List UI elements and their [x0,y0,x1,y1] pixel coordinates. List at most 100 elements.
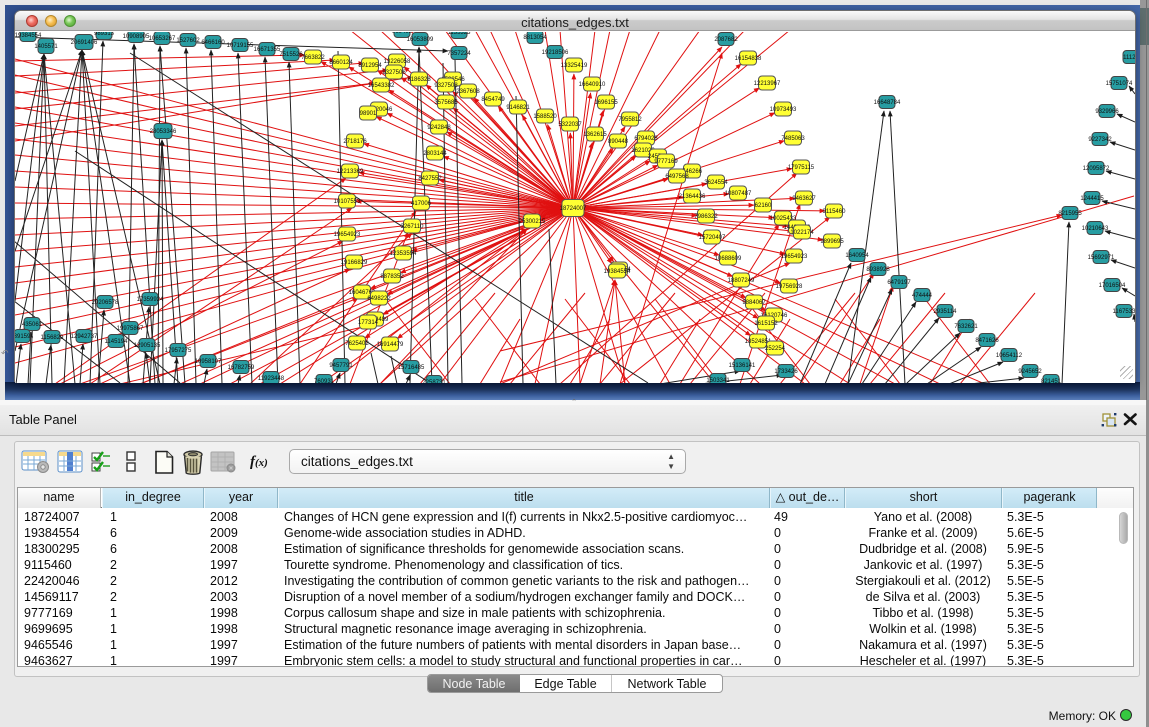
svg-text:7663822: 7663822 [301,55,325,61]
svg-text:6498222: 6498222 [367,296,391,302]
svg-text:98901: 98901 [360,111,377,117]
svg-text:9245652: 9245652 [1018,369,1042,375]
svg-text:1733426: 1733426 [774,369,798,375]
svg-text:28053346: 28053346 [150,129,177,135]
svg-text:1156829: 1156829 [41,335,65,341]
svg-text:15720407: 15720407 [699,235,726,241]
svg-text:10973493: 10973493 [770,107,797,113]
svg-text:9242848: 9242848 [427,125,451,131]
svg-text:16782759: 16782759 [228,365,255,371]
svg-text:11923448: 11923448 [258,376,285,382]
svg-text:10958107: 10958107 [195,359,222,365]
svg-text:1640954: 1640954 [845,253,869,259]
svg-text:39159: 39159 [15,334,31,340]
svg-text:9146821: 9146821 [506,105,530,111]
svg-text:62160: 62160 [755,203,772,209]
svg-text:10908905: 10908905 [123,34,150,40]
svg-text:2258731: 2258731 [422,380,446,383]
svg-text:8186328: 8186328 [407,77,431,83]
svg-text:13325419: 13325419 [561,63,588,69]
svg-text:12213967: 12213967 [754,81,781,87]
svg-text:252254: 252254 [765,346,786,352]
svg-text:8912954: 8912954 [358,63,382,69]
svg-text:11123: 11123 [1123,55,1135,61]
svg-text:2803144: 2803144 [423,151,447,157]
svg-text:7485063: 7485063 [781,136,805,142]
svg-text:8878352: 8878352 [380,274,404,280]
svg-text:2718176: 2718176 [343,139,367,145]
svg-text:19218506: 19218506 [542,50,569,56]
svg-text:8454749: 8454749 [481,97,505,103]
svg-text:18807249: 18807249 [728,278,755,284]
svg-text:9327508: 9327508 [434,83,458,89]
svg-text:6794028: 6794028 [634,136,658,142]
svg-text:1022174: 1022174 [790,230,814,236]
svg-text:7357224: 7357224 [447,51,471,57]
svg-text:19975867: 19975867 [117,326,144,332]
svg-text:9899695: 9899695 [820,239,844,245]
svg-text:1135323: 1135323 [448,32,472,36]
svg-text:16640910: 16640910 [579,82,606,88]
svg-text:821451: 821451 [1041,379,1062,383]
svg-text:19756928: 19756928 [776,284,803,290]
svg-text:20206578: 20206578 [92,300,119,306]
svg-text:10107553: 10107553 [334,199,361,205]
svg-text:1362615: 1362615 [583,132,607,138]
svg-text:3267110: 3267110 [401,224,425,230]
svg-text:10654112: 10654112 [996,353,1023,359]
svg-text:16053809: 16053809 [407,37,434,43]
svg-text:1145194: 1145194 [105,339,129,345]
svg-text:9457791: 9457791 [329,363,353,369]
svg-text:15692971: 15692971 [1088,255,1115,261]
svg-text:12353594: 12353594 [390,251,417,257]
svg-text:19166829: 19166829 [341,260,368,266]
svg-text:2367608: 2367608 [456,89,480,95]
svg-text:8427552: 8427552 [418,176,442,182]
svg-text:18724007: 18724007 [560,206,587,212]
svg-text:9884067: 9884067 [742,300,766,306]
svg-text:12905135: 12905135 [134,343,161,349]
svg-text:12942737: 12942737 [71,334,98,340]
svg-text:19654923: 19654923 [781,254,808,260]
svg-text:12213369: 12213369 [337,169,364,175]
svg-text:177314: 177314 [358,320,379,326]
svg-text:1615152: 1615152 [754,321,778,327]
svg-text:3624554: 3624554 [704,180,728,186]
svg-text:9327506: 9327506 [382,70,406,76]
svg-text:8813054: 8813054 [523,35,547,41]
svg-text:474444: 474444 [912,293,933,299]
svg-text:13226058: 13226058 [384,59,411,65]
svg-text:10719155: 10719155 [227,43,254,49]
svg-text:7632621: 7632621 [954,324,978,330]
svg-text:1588520: 1588520 [533,114,557,120]
svg-text:5322037: 5322037 [558,122,582,128]
svg-text:969492: 969492 [392,32,413,35]
svg-text:6497568: 6497568 [665,174,689,180]
svg-text:8938928: 8938928 [866,267,890,273]
svg-text:1167533: 1167533 [1113,309,1135,315]
svg-text:16914479: 16914479 [377,342,404,348]
svg-text:890448: 890448 [608,139,629,145]
svg-text:1527602: 1527602 [176,38,200,44]
svg-text:16154838: 16154838 [735,56,762,62]
svg-text:8660124: 8660124 [329,60,353,66]
svg-text:10653267: 10653267 [149,36,176,42]
svg-text:16648784: 16648784 [874,100,901,106]
svg-text:1503341: 1503341 [706,378,730,383]
svg-text:7955812: 7955812 [618,117,642,123]
svg-text:7986322: 7986322 [694,214,718,220]
svg-text:19654923: 19654923 [334,232,361,238]
svg-text:16543382: 16543382 [368,83,395,89]
svg-text:25300215: 25300215 [519,219,546,225]
svg-text:2935114: 2935114 [934,309,958,315]
svg-text:15136141: 15136141 [729,363,756,369]
svg-text:1244415: 1244415 [1080,196,1104,202]
svg-text:21364436: 21364436 [679,194,706,200]
svg-text:9777169: 9777169 [654,159,678,165]
svg-text:417006: 417006 [411,201,432,207]
svg-text:17957275: 17957275 [165,348,192,354]
svg-text:7625402: 7625402 [345,341,369,347]
svg-text:19384554: 19384554 [604,269,631,275]
svg-text:10807487: 10807487 [725,191,752,197]
svg-text:8215955: 8215955 [1058,211,1082,217]
